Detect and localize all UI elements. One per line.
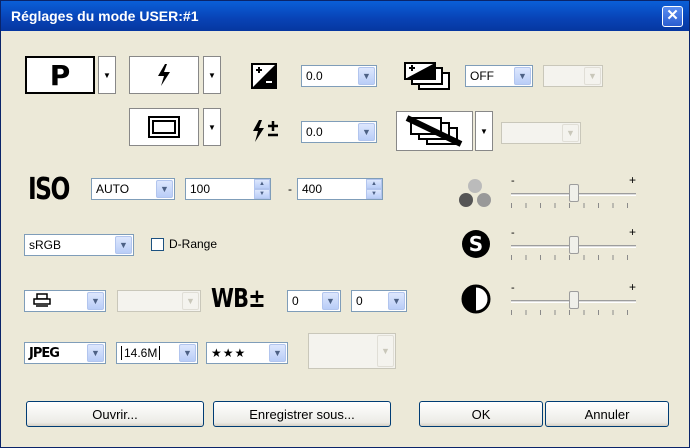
svg-text:S: S <box>469 232 483 256</box>
flash-mode-dropdown[interactable]: ▼ <box>203 56 221 94</box>
color-space-select[interactable]: sRGB ▼ <box>24 234 134 256</box>
ok-button[interactable]: OK <box>419 401 543 427</box>
dialog-title: Réglages du mode USER:#1 <box>11 8 199 24</box>
image-size-value: 14.6M <box>121 346 161 360</box>
quality-select[interactable]: ★★★ ▼ <box>206 342 288 364</box>
iso-max-stepper[interactable]: 400 ▲ ▼ <box>297 178 383 200</box>
file-format-select[interactable]: JPEG ▼ <box>24 342 106 364</box>
contrast-slider-thumb[interactable] <box>569 291 579 309</box>
exposure-mode-button[interactable]: P <box>25 56 95 94</box>
wb-shift-a-select[interactable]: 0 ▼ <box>287 290 341 312</box>
save-as-button[interactable]: Enregistrer sous... <box>213 401 391 427</box>
drive-option-select[interactable]: ▼ <box>501 122 581 144</box>
printer-icon <box>33 292 51 307</box>
flash-mode-button[interactable] <box>129 56 199 94</box>
extra-select[interactable]: ▼ <box>308 333 396 369</box>
saturation-max-label: + <box>628 173 636 187</box>
exposure-compensation-select[interactable]: 0.0 ▼ <box>301 65 377 87</box>
drive-mode-button[interactable] <box>396 111 473 151</box>
cancel-button[interactable]: Annuler <box>545 401 669 427</box>
image-size-select[interactable]: 14.6M ▼ <box>116 342 198 364</box>
print-sub-select[interactable]: ▼ <box>117 290 201 312</box>
saturation-min-label: - <box>511 175 515 187</box>
sharpness-slider-thumb[interactable] <box>569 236 579 254</box>
d-range-checkbox[interactable] <box>151 238 164 251</box>
sharpness-icon: S <box>462 230 490 258</box>
flash-compensation-select[interactable]: 0.0 ▼ <box>301 121 377 143</box>
contrast-min-label: - <box>511 282 515 294</box>
flash-icon <box>158 64 170 86</box>
dialog-window: Réglages du mode USER:#1 ✕ P ▼ ▼ 0.0 ▼ OF… <box>0 0 690 448</box>
flash-compensation-icon <box>253 120 278 142</box>
saturation-slider[interactable]: - + <box>511 173 636 209</box>
sharpness-slider[interactable]: - + <box>511 225 636 261</box>
wb-shift-b-select[interactable]: 0 ▼ <box>351 290 407 312</box>
close-button[interactable]: ✕ <box>662 6 683 27</box>
bracketing-icon <box>404 62 450 90</box>
metering-dropdown[interactable]: ▼ <box>203 108 221 146</box>
saturation-slider-thumb[interactable] <box>569 184 579 202</box>
saturation-icon <box>459 179 491 207</box>
iso-mode-select[interactable]: AUTO ▼ <box>91 178 175 200</box>
contrast-slider[interactable]: - + <box>511 280 636 316</box>
contrast-max-label: + <box>628 280 636 294</box>
iso-min-stepper[interactable]: 100 ▲ ▼ <box>185 178 271 200</box>
no-bracket-icon <box>405 115 462 147</box>
sharpness-min-label: - <box>511 227 515 239</box>
exposure-compensation-icon <box>251 63 277 89</box>
iso-label: ISO <box>28 172 70 207</box>
sharpness-max-label: + <box>628 225 636 239</box>
bracketing-step-select[interactable]: ▼ <box>543 65 603 87</box>
d-range-label: D-Range <box>169 237 218 251</box>
white-balance-label: WB± <box>211 284 266 314</box>
print-option-select[interactable]: ▼ <box>24 290 106 312</box>
open-button[interactable]: Ouvrir... <box>26 401 204 427</box>
frame-icon <box>148 116 180 138</box>
iso-range-separator: - <box>288 182 292 196</box>
metering-button[interactable] <box>129 108 199 146</box>
bracketing-select[interactable]: OFF ▼ <box>465 65 533 87</box>
mode-letter: P <box>49 58 71 92</box>
contrast-icon <box>461 284 491 314</box>
title-bar: Réglages du mode USER:#1 ✕ <box>1 1 689 31</box>
exposure-mode-dropdown[interactable]: ▼ <box>98 56 116 94</box>
drive-mode-dropdown[interactable]: ▼ <box>475 111 493 151</box>
